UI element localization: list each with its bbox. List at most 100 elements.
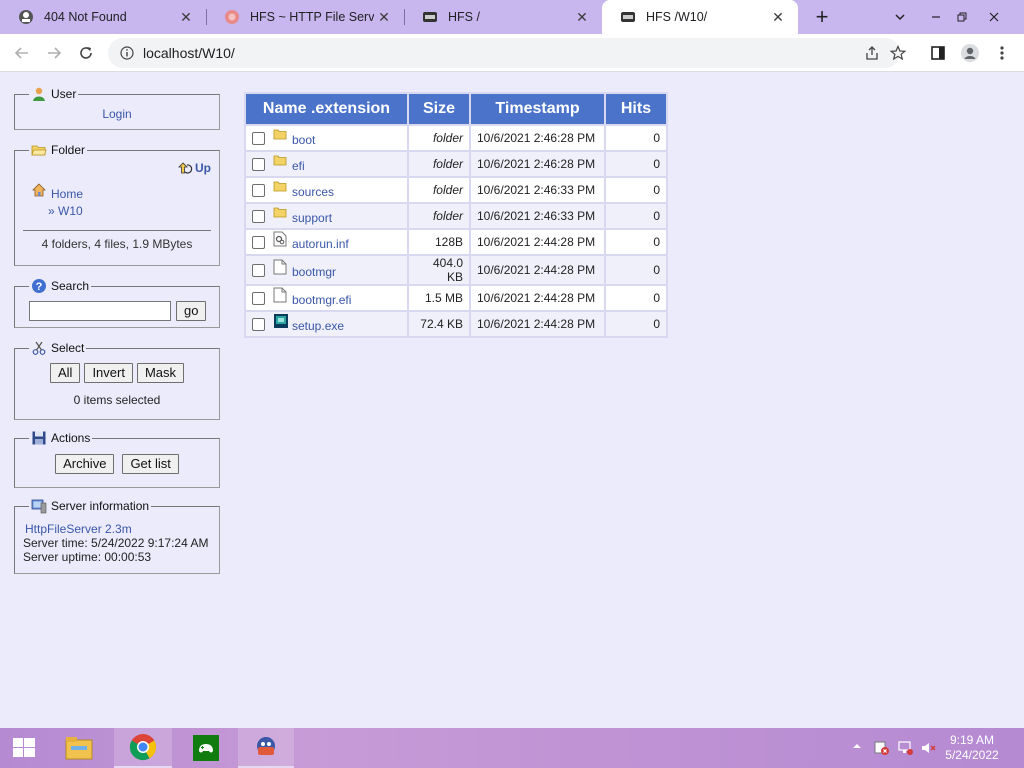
tab-hfs-root[interactable]: HFS / ✕ [404, 0, 602, 34]
file-explorer-icon [65, 737, 93, 760]
xbox-taskbar-button[interactable] [178, 728, 234, 768]
row-select-checkbox[interactable] [252, 317, 265, 331]
get-list-button[interactable]: Get list [122, 454, 179, 474]
column-header-timestamp[interactable]: Timestamp [471, 94, 604, 124]
floppy-disk-icon [31, 430, 47, 446]
file-explorer-taskbar-button[interactable] [56, 728, 102, 768]
close-icon[interactable]: ✕ [572, 7, 592, 27]
hfs-logo-icon [422, 9, 438, 25]
url-text[interactable]: localhost/W10/ [143, 45, 235, 61]
home-icon [32, 183, 46, 197]
hfs-taskbar-button[interactable] [238, 728, 294, 768]
tab-hfs-http-file-server[interactable]: HFS ~ HTTP File Server d ✕ [206, 0, 404, 34]
file-link[interactable]: bootmgr [292, 265, 336, 279]
network-icon[interactable] [898, 740, 914, 759]
share-icon[interactable] [864, 45, 880, 64]
info-icon[interactable] [120, 46, 134, 60]
minimize-icon[interactable] [922, 4, 950, 30]
reload-icon[interactable] [72, 39, 100, 67]
close-icon[interactable]: ✕ [768, 7, 788, 27]
row-select-checkbox[interactable] [252, 183, 265, 197]
window-close-icon[interactable] [980, 4, 1008, 30]
table-row[interactable]: boot folder 10/6/2021 2:46:28 PM 0 [246, 126, 666, 150]
column-header-size[interactable]: Size [409, 94, 469, 124]
file-link[interactable]: efi [292, 159, 305, 173]
volume-muted-icon[interactable] [920, 740, 936, 759]
search-go-button[interactable]: go [176, 301, 207, 321]
profile-avatar-icon[interactable] [956, 39, 984, 67]
table-row[interactable]: autorun.inf 128B 10/6/2021 2:44:28 PM 0 [246, 230, 666, 254]
tab-strip: 404 Not Found ✕ HFS ~ HTTP File Server d… [0, 0, 1024, 34]
open-folder-icon [31, 142, 47, 158]
size-cell: folder [409, 126, 469, 150]
row-select-checkbox[interactable] [252, 209, 265, 223]
row-select-checkbox[interactable] [252, 235, 265, 249]
up-link[interactable]: Up [177, 160, 211, 176]
name-cell: support [246, 204, 407, 228]
table-row[interactable]: bootmgr 404.0 KB 10/6/2021 2:44:28 PM 0 [246, 256, 666, 284]
forward-icon[interactable] [40, 39, 68, 67]
tab-search-chevron-icon[interactable] [886, 4, 914, 30]
hits-cell: 0 [606, 204, 666, 228]
tab-hfs-w10[interactable]: HFS /W10/ ✕ [602, 0, 798, 34]
system-clock[interactable]: 9:19 AM 5/24/2022 [942, 733, 1002, 763]
file-link[interactable]: autorun.inf [292, 237, 349, 251]
start-button[interactable] [0, 728, 48, 768]
file-link[interactable]: setup.exe [292, 319, 344, 333]
file-link[interactable]: bootmgr.efi [292, 293, 351, 307]
help-icon: ? [31, 278, 47, 294]
table-row[interactable]: support folder 10/6/2021 2:46:33 PM 0 [246, 204, 666, 228]
size-cell: folder [409, 178, 469, 202]
size-cell: 128B [409, 230, 469, 254]
restore-icon[interactable] [948, 4, 976, 30]
server-info-panel: Server information HttpFileServer 2.3m S… [14, 498, 220, 574]
address-bar[interactable]: localhost/W10/ [108, 38, 900, 68]
server-time: Server time: 5/24/2022 9:17:24 AM [23, 536, 209, 550]
actions-panel: Actions Archive Get list [14, 430, 220, 488]
show-hidden-icons-chevron-icon[interactable] [852, 740, 862, 754]
row-select-checkbox[interactable] [252, 291, 265, 305]
file-link[interactable]: boot [292, 133, 315, 147]
scissors-icon [31, 340, 47, 356]
invert-selection-button[interactable]: Invert [84, 363, 133, 383]
archive-button[interactable]: Archive [55, 454, 115, 474]
hits-cell: 0 [606, 230, 666, 254]
side-panel-icon[interactable] [924, 39, 952, 67]
bookmark-star-icon[interactable] [884, 39, 912, 67]
folder-legend-label: Folder [51, 143, 86, 157]
login-link[interactable]: Login [102, 107, 131, 121]
column-header-name[interactable]: Name .extension [246, 94, 407, 124]
hits-cell: 0 [606, 312, 666, 336]
security-alert-icon[interactable] [874, 740, 890, 759]
chrome-icon [129, 734, 157, 761]
row-select-checkbox[interactable] [252, 263, 265, 277]
row-select-checkbox[interactable] [252, 157, 265, 171]
close-icon[interactable]: ✕ [374, 7, 394, 27]
select-all-button[interactable]: All [49, 363, 81, 383]
menu-kebab-icon[interactable] [988, 39, 1016, 67]
up-label[interactable]: Up [195, 161, 211, 175]
new-tab-button[interactable]: + [808, 4, 836, 30]
back-icon[interactable] [8, 39, 36, 67]
table-row[interactable]: sources folder 10/6/2021 2:46:33 PM 0 [246, 178, 666, 202]
mask-button[interactable]: Mask [136, 363, 185, 383]
home-link[interactable]: Home [31, 182, 213, 201]
folder-icon [273, 153, 287, 167]
home-label[interactable]: Home [51, 187, 83, 201]
column-header-hits[interactable]: Hits [606, 94, 666, 124]
file-link[interactable]: support [292, 211, 332, 225]
search-input[interactable] [29, 301, 171, 321]
close-icon[interactable]: ✕ [176, 7, 196, 27]
table-row[interactable]: bootmgr.efi 1.5 MB 10/6/2021 2:44:28 PM 0 [246, 286, 666, 310]
current-folder-link[interactable]: » W10 [48, 204, 213, 218]
user-legend: User [29, 86, 78, 102]
table-row[interactable]: setup.exe 72.4 KB 10/6/2021 2:44:28 PM 0 [246, 312, 666, 336]
file-link[interactable]: sources [292, 185, 334, 199]
tab-title: 404 Not Found [44, 10, 127, 24]
tab-404-not-found[interactable]: 404 Not Found ✕ [0, 0, 206, 34]
hfs-version-link[interactable]: HttpFileServer 2.3m [25, 522, 132, 536]
row-select-checkbox[interactable] [252, 131, 265, 145]
table-row[interactable]: efi folder 10/6/2021 2:46:28 PM 0 [246, 152, 666, 176]
chrome-taskbar-button[interactable] [114, 728, 172, 768]
clock-time: 9:19 AM [949, 733, 995, 747]
